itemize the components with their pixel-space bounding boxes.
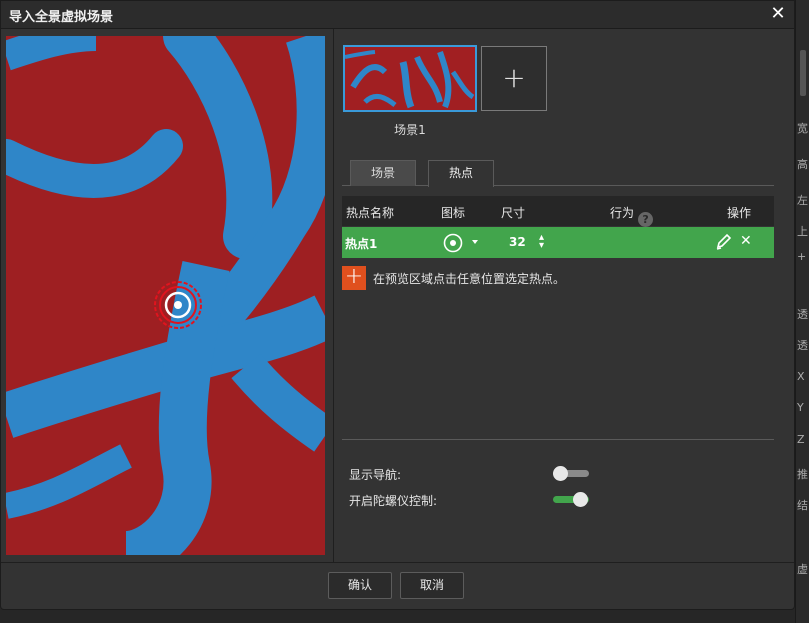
edge-label: 左 [797, 194, 808, 207]
tab-hotspot[interactable]: 热点 [428, 160, 494, 187]
add-hotspot-button[interactable]: + [342, 266, 366, 290]
size-stepper-icon[interactable]: ▴ ▾ [539, 233, 544, 251]
cancel-button[interactable]: 取消 [400, 572, 464, 599]
background-panel-labels: 宽 高 左 上 + 透 透 X Y Z 推 结 虚 [797, 0, 809, 623]
import-panorama-dialog: 导入全景虚拟场景 ✕ + 场景1 场景 热点 热点名称 图标 尺寸 行为 ? 操… [0, 0, 795, 610]
edge-label: 宽 [797, 122, 808, 135]
edge-label: + [797, 250, 807, 263]
edge-label: Y [797, 401, 804, 414]
section-divider [342, 439, 774, 440]
scene-thumbnail-label: 场景1 [394, 123, 426, 137]
edge-label: 透 [797, 339, 808, 352]
edge-label: 高 [797, 158, 808, 171]
column-header-actions: 操作 [727, 206, 752, 220]
column-header-name: 热点名称 [346, 206, 395, 220]
column-header-icon: 图标 [441, 206, 466, 220]
column-header-size: 尺寸 [501, 206, 526, 220]
help-icon[interactable]: ? [638, 212, 654, 227]
table-row[interactable]: 热点1 32 ▴ ▾ ✕ [342, 227, 774, 258]
icon-select[interactable] [443, 233, 483, 256]
scene-thumbnail-1[interactable] [343, 45, 477, 112]
hotspot-name: 热点1 [345, 237, 378, 251]
hint-text: 在预览区域点击任意位置选定热点。 [373, 272, 566, 286]
panorama-preview[interactable] [6, 36, 325, 555]
dialog-titlebar: 导入全景虚拟场景 ✕ [1, 1, 794, 29]
edge-label: 推 [797, 468, 808, 481]
edit-icon[interactable] [715, 233, 732, 254]
footer-divider [1, 562, 794, 563]
target-icon [443, 233, 478, 253]
hotspot-table-header: 热点名称 图标 尺寸 行为? 操作 [342, 196, 774, 227]
column-header-behavior: 行为? [610, 204, 654, 227]
close-icon[interactable]: ✕ [768, 4, 788, 24]
edge-label: Z [797, 433, 805, 446]
confirm-button[interactable]: 确认 [328, 572, 392, 599]
add-scene-button[interactable]: + [481, 46, 547, 111]
hotspot-marker-icon[interactable] [153, 280, 203, 330]
edge-label: X [797, 370, 805, 383]
column-header-behavior-label: 行为 [610, 206, 635, 220]
delete-icon[interactable]: ✕ [740, 233, 752, 249]
tab-scene[interactable]: 场景 [350, 160, 416, 186]
edge-label: 透 [797, 308, 808, 321]
gyroscope-control-toggle[interactable] [553, 492, 589, 508]
edge-label: 虚 [797, 563, 808, 576]
panel-divider [333, 29, 334, 562]
scene-thumbnail-image [345, 47, 475, 110]
edge-label: 结 [797, 499, 808, 512]
edge-label: 上 [797, 225, 808, 238]
gyroscope-control-label: 开启陀螺仪控制: [349, 494, 438, 508]
size-value[interactable]: 32 [509, 235, 526, 249]
dialog-title: 导入全景虚拟场景 [9, 10, 114, 25]
show-navigation-toggle[interactable] [553, 466, 589, 482]
show-navigation-label: 显示导航: [349, 468, 402, 482]
panel-tabs: 场景 热点 [342, 160, 774, 187]
